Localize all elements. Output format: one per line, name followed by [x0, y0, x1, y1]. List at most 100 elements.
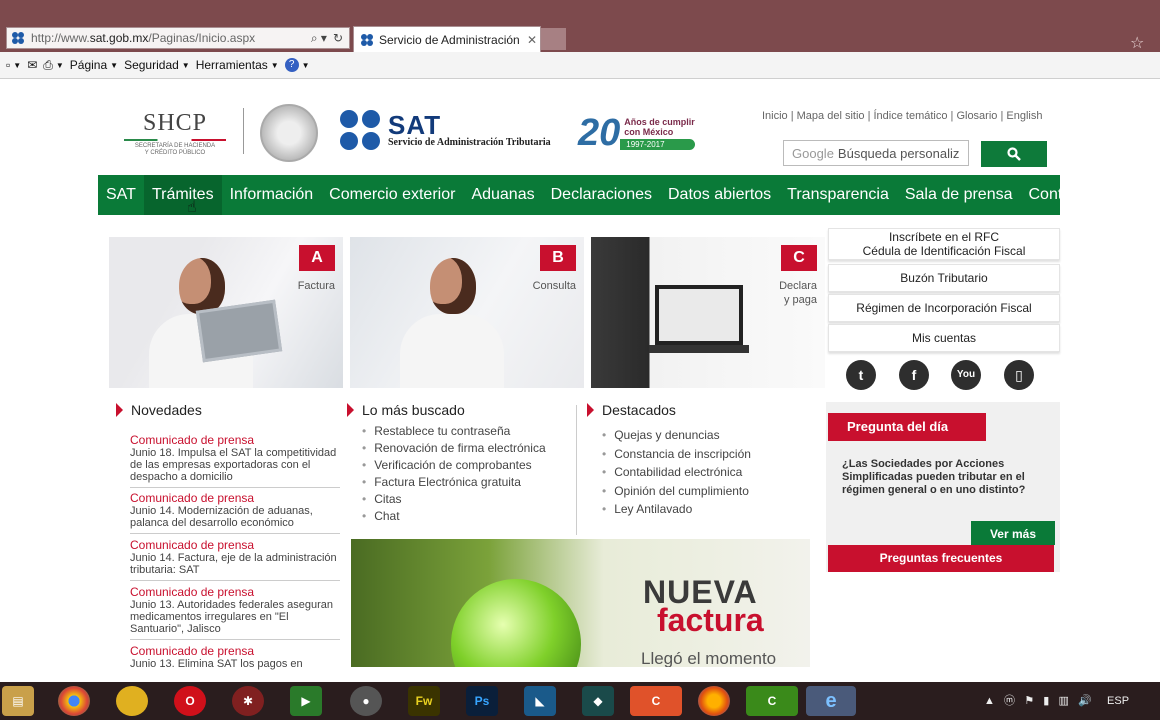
- rif-button[interactable]: Régimen de Incorporación Fiscal: [828, 294, 1060, 322]
- menu-pagina[interactable]: Página ▼: [70, 58, 118, 72]
- buzon-tributario-button[interactable]: Buzón Tributario: [828, 264, 1060, 292]
- print-icon[interactable]: ⎙ ▼: [43, 58, 64, 73]
- video-editor-icon[interactable]: ◣: [524, 686, 556, 716]
- refresh-icon[interactable]: ↻: [333, 31, 343, 45]
- news-item[interactable]: Comunicado de prensa Junio 13. Elimina SA…: [130, 645, 340, 674]
- sat-dots-icon: [340, 110, 380, 150]
- camtasia-recorder-icon[interactable]: C: [746, 686, 798, 716]
- shcp-title: SHCP: [142, 110, 208, 136]
- app-icon[interactable]: ✱: [232, 686, 264, 716]
- utility-links[interactable]: Inicio | Mapa del sitio | Índice temátic…: [762, 110, 1042, 122]
- list-item[interactable]: Opinión del cumplimiento: [602, 483, 751, 502]
- mis-cuentas-button[interactable]: Mis cuentas: [828, 324, 1060, 352]
- list-item[interactable]: Constancia de inscripción: [602, 446, 751, 465]
- arrow-icon: [116, 403, 123, 417]
- hero-factura[interactable]: A Factura: [109, 237, 343, 388]
- photoshop-icon[interactable]: Ps: [466, 686, 498, 716]
- list-item[interactable]: Restablece tu contraseña: [362, 423, 546, 440]
- file-explorer-icon[interactable]: ▤: [2, 686, 34, 716]
- list-item[interactable]: Ley Antilavado: [602, 501, 751, 520]
- tab-title: Servicio de Administración ...: [379, 32, 524, 47]
- media-player-icon[interactable]: ▶: [290, 686, 322, 716]
- twitter-icon[interactable]: t: [846, 360, 876, 390]
- camtasia-icon[interactable]: C: [630, 686, 682, 716]
- list-item[interactable]: Renovación de firma electrónica: [362, 440, 545, 457]
- help-menu[interactable]: ? ▼: [284, 58, 310, 72]
- search-icon[interactable]: ⌕ ▾: [311, 31, 327, 46]
- pregunta-text: ¿Las Sociedades por Acciones Simplificad…: [842, 458, 1026, 496]
- mas-buscado-list: Restablece tu contraseña Renovación de f…: [362, 423, 546, 525]
- favorites-star-icon[interactable]: ☆: [1130, 33, 1144, 53]
- menu-seguridad-label: Seguridad: [124, 58, 179, 72]
- laptop-base: [649, 345, 749, 353]
- nav-contacto[interactable]: Contacto: [1021, 175, 1101, 215]
- language-indicator[interactable]: ESP: [1107, 695, 1129, 707]
- url-text[interactable]: http://www.sat.gob.mx/Paginas/Inicio.asp…: [31, 31, 311, 45]
- menu-herramientas-label: Herramientas: [195, 58, 268, 72]
- sat-logo[interactable]: SAT Servicio de Administración Tributari…: [340, 110, 551, 150]
- list-item[interactable]: Verificación de comprobantes: [362, 457, 546, 474]
- shcp-logo[interactable]: SHCP SECRETARÍA DE HACIENDA Y CRÉDITO PÚ…: [120, 110, 230, 157]
- search-input[interactable]: Google Búsqueda personaliz: [783, 140, 969, 166]
- new-tab-button[interactable]: [541, 28, 566, 50]
- list-item[interactable]: Factura Electrónica gratuita: [362, 474, 546, 491]
- hero-caption-declara-1: Declara: [779, 280, 817, 292]
- chrome-icon[interactable]: [58, 686, 90, 716]
- close-tab-icon[interactable]: ✕: [524, 33, 540, 47]
- shcp-flag-bar: [124, 139, 226, 141]
- opera-icon[interactable]: O: [174, 686, 206, 716]
- anniversary-line-2: con México: [624, 126, 674, 137]
- ver-mas-button[interactable]: Ver más: [971, 521, 1055, 545]
- list-item[interactable]: Chat: [362, 508, 546, 525]
- nav-tramites[interactable]: Trámites: [143, 175, 222, 215]
- news-item[interactable]: Comunicado de prensa Junio 18. Impulsa el…: [130, 434, 340, 488]
- google-label: Google: [792, 145, 834, 161]
- firefox-icon[interactable]: [698, 686, 730, 716]
- news-kind: Comunicado de prensa: [130, 538, 255, 552]
- mail-icon[interactable]: ✉: [27, 58, 37, 72]
- list-item[interactable]: Contabilidad electrónica: [602, 464, 751, 483]
- woman-photo: [390, 258, 510, 388]
- nav-sala-de-prensa[interactable]: Sala de prensa: [897, 175, 1021, 215]
- hero-caption-factura: Factura: [297, 280, 335, 292]
- news-item[interactable]: Comunicado de prensa Junio 13. Autoridade…: [130, 586, 340, 640]
- nav-comercio-exterior[interactable]: Comercio exterior: [321, 175, 463, 215]
- list-item[interactable]: Quejas y denuncias: [602, 427, 751, 446]
- fireworks-icon[interactable]: Fw: [408, 686, 440, 716]
- nueva-factura-banner[interactable]: NUEVA factura Llegó el momento: [351, 539, 810, 667]
- menu-pagina-label: Página: [69, 58, 108, 72]
- system-tray[interactable]: ▲ ⓜ ⚑ ▮ ▥ 🔊 ESP: [984, 692, 1129, 708]
- destacados-list: Quejas y denuncias Constancia de inscrip…: [602, 427, 751, 520]
- news-kind: Comunicado de prensa: [130, 585, 255, 599]
- headphones-icon[interactable]: [116, 686, 148, 716]
- facebook-icon[interactable]: f: [899, 360, 929, 390]
- internet-explorer-icon[interactable]: e: [806, 686, 856, 716]
- browser-tab[interactable]: Servicio de Administración ... ✕: [353, 26, 541, 52]
- filmora-icon[interactable]: ◆: [582, 686, 614, 716]
- hero-declara[interactable]: C Declara y paga: [591, 237, 825, 388]
- rfc-button[interactable]: Inscríbete en el RFC Cédula de Identific…: [828, 228, 1060, 260]
- news-item[interactable]: Comunicado de prensa Junio 14. Modernizac…: [130, 492, 340, 534]
- youtube-icon[interactable]: You: [951, 360, 981, 390]
- menu-seguridad[interactable]: Seguridad ▼: [124, 58, 190, 72]
- menu-herramientas[interactable]: Herramientas ▼: [196, 58, 279, 72]
- page-content: SHCP SECRETARÍA DE HACIENDA Y CRÉDITO PÚ…: [0, 80, 1160, 670]
- rfc-label-1: Inscríbete en el RFC: [888, 230, 1000, 244]
- nav-datos-abiertos[interactable]: Datos abiertos: [660, 175, 779, 215]
- search-button[interactable]: [981, 141, 1047, 167]
- hero-consulta[interactable]: B Consulta: [350, 237, 584, 388]
- nav-informacion[interactable]: Información: [222, 175, 322, 215]
- nav-declaraciones[interactable]: Declaraciones: [543, 175, 660, 215]
- address-bar[interactable]: http://www.sat.gob.mx/Paginas/Inicio.asp…: [6, 27, 350, 49]
- nav-aduanas[interactable]: Aduanas: [463, 175, 542, 215]
- nav-sat[interactable]: SAT: [98, 175, 144, 215]
- app-icon[interactable]: ●: [350, 686, 382, 716]
- news-item[interactable]: Comunicado de prensa Junio 14. Factura, e…: [130, 539, 340, 581]
- nav-transparencia[interactable]: Transparencia: [779, 175, 897, 215]
- list-item[interactable]: Citas: [362, 491, 546, 508]
- mobile-app-icon[interactable]: ▯: [1004, 360, 1034, 390]
- home-icon[interactable]: ▫ ▼: [6, 58, 21, 72]
- news-text: Junio 13. Autoridades federales aseguran…: [130, 599, 334, 635]
- news-text: Junio 14. Modernización de aduanas, pala…: [130, 505, 313, 529]
- preguntas-frecuentes-button[interactable]: Preguntas frecuentes: [828, 545, 1054, 572]
